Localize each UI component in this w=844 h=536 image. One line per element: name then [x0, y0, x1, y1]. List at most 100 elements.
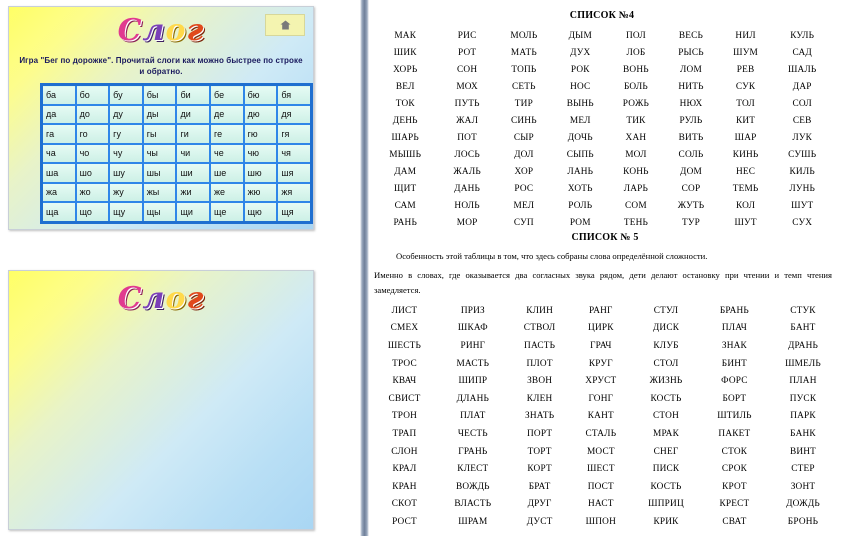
- word-cell: КОСТЬ: [650, 393, 682, 404]
- word-cell: СТВОЛ: [523, 323, 556, 334]
- word-cell: ЗНАК: [721, 340, 747, 351]
- word-cell: ЖАЛЬ: [453, 166, 481, 177]
- word-cell: СОЛ: [792, 98, 812, 109]
- syllable-cell: би: [175, 83, 212, 106]
- list-row: СКОТ ВЛАСТЬ ДРУГ НАСТ ШПРИЦ КРЕСТ ДОЖДЬ: [372, 496, 838, 514]
- list-row: ЩИТ ДАНЬ РОС ХОТЬ ЛАРЬ СОР ТЕМЬ ЛУНЬ: [372, 180, 832, 197]
- list-row: МЫШЬ ЛОСЬ ДОЛ СЫПЬ МОЛ СОЛЬ КИНЬ СУШЬ: [372, 146, 832, 163]
- word-cell: ПАСТЬ: [524, 340, 556, 351]
- word-cell: РУЛЬ: [679, 115, 703, 126]
- word-cell: МОСТ: [586, 446, 615, 457]
- word-cell: СРОК: [721, 464, 748, 475]
- game-instruction: Игра "Бег по дорожке". Прочитай слоги ка…: [19, 56, 303, 76]
- word-cell: ШТИЛЬ: [717, 411, 752, 422]
- word-cell: СТОЛ: [653, 358, 679, 369]
- syllable-cell: гы: [141, 123, 178, 145]
- word-cell: ДРАНЬ: [787, 340, 819, 351]
- word-cell: ШУТ: [791, 200, 814, 211]
- word-cell: ТЕНЬ: [623, 217, 649, 228]
- list-5-title: СПИСОК № 5: [571, 232, 639, 243]
- word-cell: ФОРС: [721, 376, 748, 387]
- word-cell: ДУХ: [570, 47, 591, 58]
- list-row: СЛОН ГРАНЬ ТОРТ МОСТ СНЕГ СТОК ВИНТ: [372, 443, 838, 461]
- word-cell: КЛУБ: [653, 340, 679, 351]
- word-cell: ЗНАТЬ: [524, 411, 555, 422]
- word-cell: КРИК: [653, 516, 679, 527]
- syllable-cell: жу: [108, 181, 144, 203]
- word-cell: ПОСТ: [587, 481, 614, 492]
- word-cell: СВАТ: [722, 516, 747, 527]
- logo-letter-4: г: [186, 13, 205, 48]
- word-cell: КОНЬ: [623, 166, 649, 177]
- word-cell: ПУТЬ: [454, 98, 480, 109]
- word-cell: КИТ: [735, 115, 756, 126]
- syllable-grid: ба бо бу бы би бе бю бя да до ду ды ди де дю дя га го гу гы…: [40, 83, 313, 224]
- syllable-cell: го: [74, 123, 111, 145]
- word-cell: СЫПЬ: [566, 149, 594, 160]
- word-cell: ЦИРК: [588, 323, 614, 334]
- word-cell: КРУГ: [588, 358, 613, 369]
- syllable-cell: чо: [74, 142, 111, 164]
- right-column: СПИСОК №4 МАК РИС МОЛЬ ДЫМ ПОЛ ВЕСЬ НИЛ КУЛЬ ШИК…: [372, 0, 844, 536]
- word-cell: ДРУГ: [527, 499, 552, 510]
- logo-letter-3: о: [165, 281, 187, 316]
- word-cell: РАНЬ: [393, 217, 418, 228]
- word-cell: РЫСЬ: [678, 47, 704, 58]
- list-4-grid: МАК РИС МОЛЬ ДЫМ ПОЛ ВЕСЬ НИЛ КУЛЬ ШИК РОТ МАТЬ ДУХ…: [372, 27, 832, 231]
- word-cell: СОЛЬ: [678, 149, 704, 160]
- syllable-cell: щя: [276, 201, 313, 223]
- word-cell: ДАМ: [394, 166, 417, 177]
- word-cell: ТРОН: [391, 411, 418, 422]
- syllable-cell: щу: [108, 201, 144, 223]
- word-cell: ШУМ: [733, 47, 758, 58]
- word-cell: ШЕСТ: [586, 464, 615, 475]
- word-cell: ХРУСТ: [585, 376, 617, 387]
- word-cell: ВЕЛ: [395, 81, 415, 92]
- word-cell: МОЛ: [625, 149, 647, 160]
- syllable-cell: бю: [242, 83, 279, 106]
- list-row: ШЕСТЬ РИНГ ПАСТЬ ГРАЧ КЛУБ ЗНАК ДРАНЬ: [372, 337, 838, 355]
- word-cell: ШРАМ: [458, 516, 488, 527]
- list-4-title: СПИСОК №4: [569, 10, 635, 21]
- word-cell: ШПРИЦ: [648, 499, 684, 510]
- word-cell: ЛУНЬ: [789, 183, 816, 194]
- word-cell: ТОРТ: [527, 446, 552, 457]
- word-list-4: СПИСОК №4 МАК РИС МОЛЬ ДЫМ ПОЛ ВЕСЬ НИЛ КУЛЬ ШИК…: [372, 10, 832, 231]
- word-cell: ВИТЬ: [678, 132, 704, 143]
- word-cell: ПРИЗ: [460, 305, 485, 316]
- word-cell: ТОК: [395, 98, 415, 109]
- word-cell: ВЛАСТЬ: [454, 499, 492, 510]
- syllable-cell: бе: [209, 83, 245, 106]
- word-cell: ЛАРЬ: [623, 183, 649, 194]
- syllable-cell: бы: [141, 83, 178, 106]
- word-cell: КРЕСТ: [719, 499, 750, 510]
- word-cell: РОЛЬ: [568, 200, 593, 211]
- word-cell: ТОЛ: [736, 98, 755, 109]
- word-cell: СОН: [457, 64, 478, 75]
- word-cell: КИНЬ: [732, 149, 759, 160]
- syllable-cell: бо: [74, 83, 111, 106]
- syllable-cell: щы: [141, 201, 178, 223]
- word-cell: МЕЛ: [513, 200, 535, 211]
- word-cell: НОС: [570, 81, 591, 92]
- syllable-row: ба бо бу бы би бе бю бя: [40, 83, 313, 106]
- word-cell: ЗОНТ: [790, 481, 816, 492]
- word-cell: НОЛЬ: [454, 200, 480, 211]
- word-cell: СЕВ: [792, 115, 812, 126]
- syllable-cell: чи: [175, 142, 212, 164]
- word-cell: СТАЛЬ: [585, 428, 617, 439]
- home-button[interactable]: [265, 14, 305, 36]
- list-row: СМЕХ ШКАФ СТВОЛ ЦИРК ДИСК ПЛАЧ БАНТ: [372, 320, 838, 338]
- word-cell: ШУТ: [734, 217, 757, 228]
- word-cell: ВЕСЬ: [678, 30, 704, 41]
- word-cell: НАСТ: [588, 499, 614, 510]
- syllable-cell: жи: [175, 181, 212, 203]
- word-cell: МЫШЬ: [389, 149, 422, 160]
- word-cell: КАНТ: [587, 411, 614, 422]
- syllable-cell: дю: [242, 103, 279, 125]
- syllable-cell: ди: [175, 103, 212, 125]
- word-cell: СЕТЬ: [512, 81, 536, 92]
- word-cell: ШЕСТЬ: [387, 340, 422, 351]
- word-cell: СТУЛ: [653, 305, 679, 316]
- list-5-note-paragraph-1: Особенность этой таблицы в том, что здес…: [374, 249, 832, 264]
